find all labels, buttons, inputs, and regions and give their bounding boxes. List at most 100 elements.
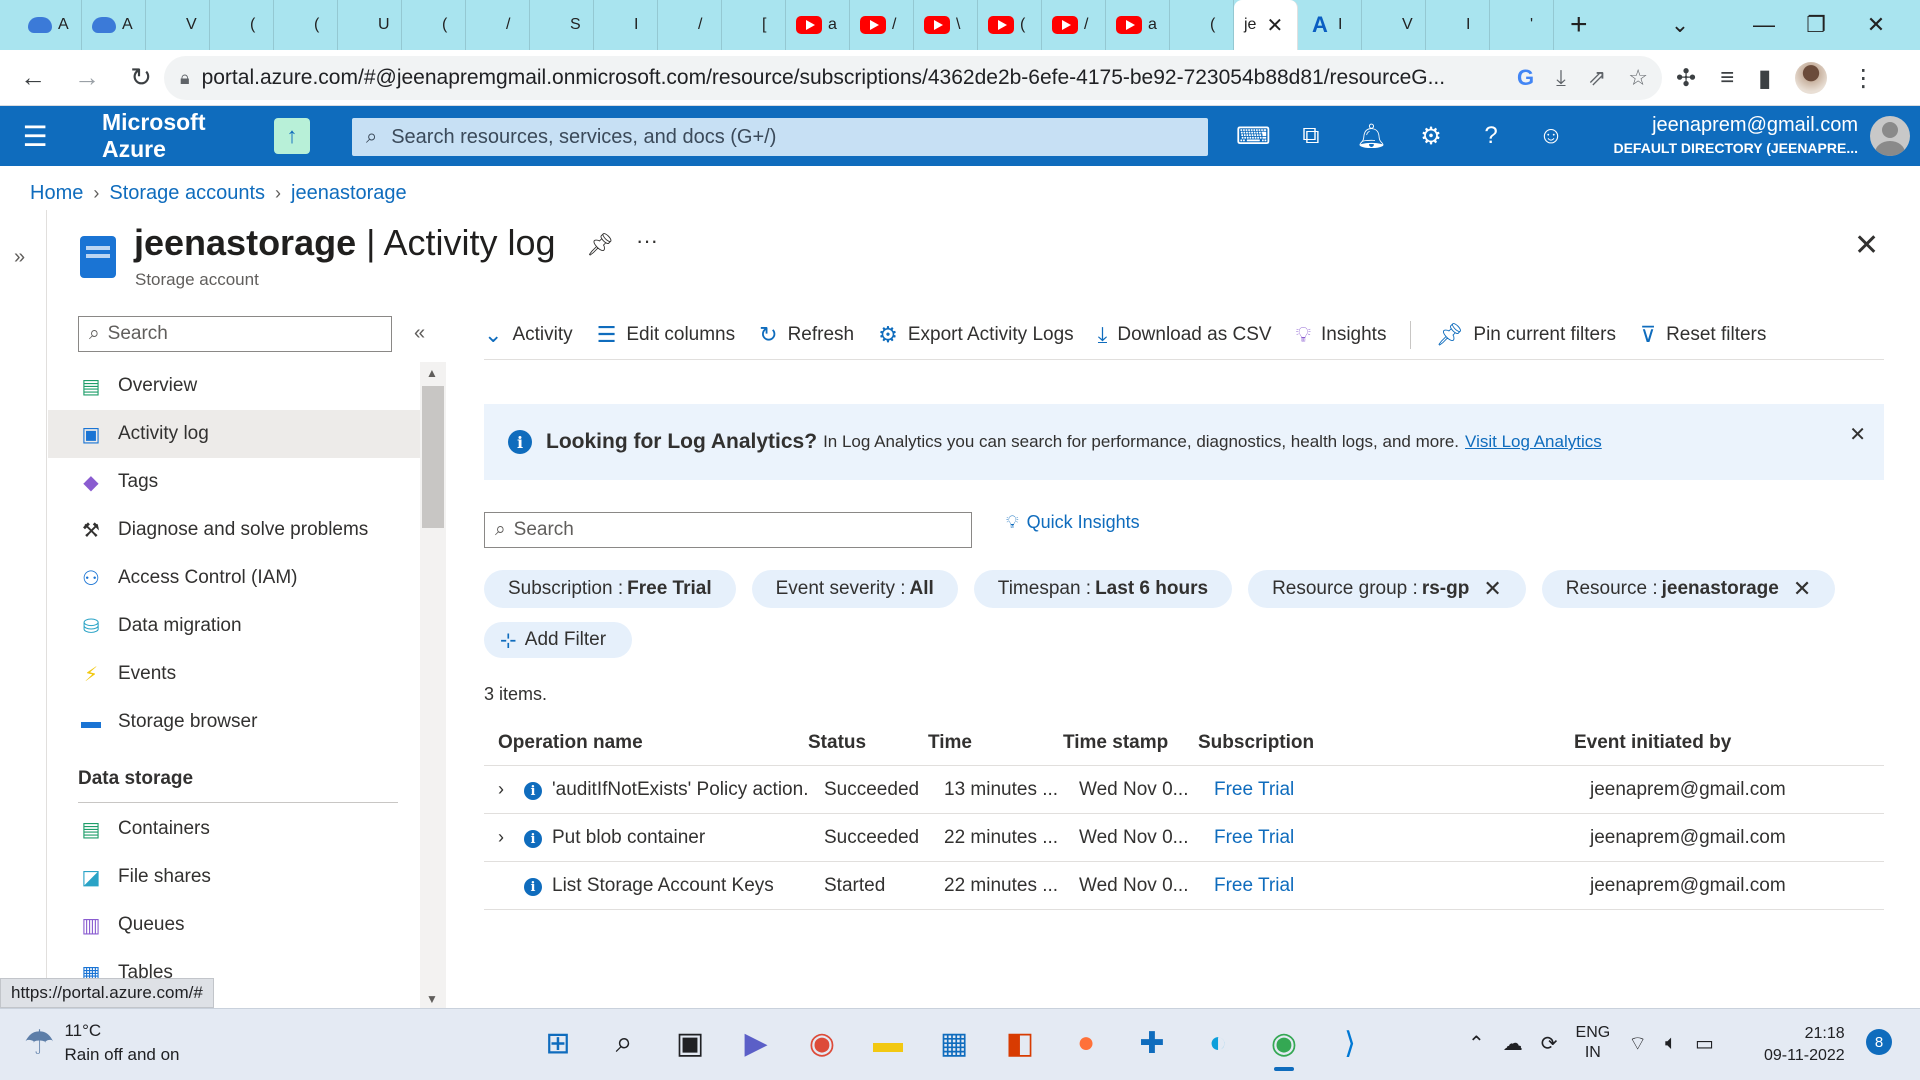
menu-item[interactable]: ◆ Tags (48, 458, 420, 506)
command-refresh[interactable]: ↻ Refresh (759, 322, 854, 348)
hamburger-menu-icon[interactable]: ☰ (0, 106, 70, 166)
command-pin-current-filters[interactable]: 📌︎ Pin current filters (1435, 322, 1615, 348)
directory-filter-icon[interactable]: ⧉ (1296, 122, 1326, 150)
filter-pill[interactable]: Timespan : Last 6 hours (973, 570, 1233, 608)
expand-row-icon[interactable]: › (498, 779, 524, 800)
sync-icon[interactable]: ⟳ (1541, 1031, 1558, 1056)
upgrade-icon[interactable]: ↑ (274, 118, 310, 154)
menu-item[interactable]: ⛁ Data migration (48, 602, 420, 650)
google-lens-icon[interactable]: G (1517, 65, 1534, 91)
column-header[interactable]: Operation name (498, 732, 808, 754)
global-search-input[interactable]: ⌕ Search resources, services, and docs (… (352, 118, 1208, 156)
media-control-icon[interactable]: ≡ (1720, 64, 1734, 92)
remove-filter-icon[interactable]: ✕ (1793, 576, 1811, 602)
command-export-activity-logs[interactable]: ⚙ Export Activity Logs (878, 322, 1074, 348)
column-header[interactable]: Status (808, 732, 928, 754)
browser-tab[interactable]: AI (1298, 0, 1362, 50)
browser-tab[interactable]: / (658, 0, 722, 50)
menu-search-input[interactable]: ⌕ Search (78, 316, 392, 352)
column-header[interactable]: Time stamp (1063, 732, 1198, 754)
microsoft-store-icon[interactable]: ▦ (936, 1023, 972, 1063)
remove-filter-icon[interactable]: ✕ (1483, 576, 1501, 602)
table-row[interactable]: › i 'auditIfNotExists' Policy action. Succe… (484, 766, 1884, 814)
browser-tab[interactable]: ( (274, 0, 338, 50)
close-icon[interactable]: ✕ (1854, 228, 1879, 263)
forward-icon[interactable]: → (66, 57, 108, 99)
edge-icon[interactable]: ◐ (1200, 1023, 1236, 1063)
menu-item[interactable]: ▬ Storage browser (48, 698, 420, 746)
command-reset-filters[interactable]: ⊽ Reset filters (1640, 322, 1766, 348)
menu-item[interactable]: ⚡ Events (48, 650, 420, 698)
menu-scrollbar[interactable]: ▲ ▼ (420, 362, 446, 1008)
account-menu[interactable]: jeenaprem@gmail.com DEFAULT DIRECTORY (J… (1613, 114, 1858, 156)
start-icon[interactable]: ⊞ (540, 1023, 576, 1063)
browser-tab[interactable]: \ (914, 0, 978, 50)
close-tab-icon[interactable]: ✕ (1266, 13, 1283, 38)
bookmark-star-icon[interactable]: ☆ (1628, 65, 1648, 91)
browser-tab[interactable]: a (1106, 0, 1170, 50)
filter-pill[interactable]: Resource group : rs-gp ✕ (1248, 570, 1526, 608)
browser-tab[interactable]: U (338, 0, 402, 50)
chrome-icon[interactable]: ◉ (804, 1023, 840, 1063)
command-activity[interactable]: ⌄ Activity (484, 322, 573, 348)
menu-item[interactable]: ⚇ Access Control (IAM) (48, 554, 420, 602)
filter-pill[interactable]: Event severity : All (751, 570, 958, 608)
scrollbar-thumb[interactable] (422, 386, 444, 528)
vscode-icon[interactable]: ⟩ (1332, 1023, 1368, 1063)
gear-icon[interactable]: ⚙ (1416, 122, 1446, 151)
browser-menu-icon[interactable]: ⋮ (1851, 64, 1875, 93)
weather-widget[interactable]: ☂ 11°C Rain off and on (24, 1021, 179, 1065)
operation-name[interactable]: List Storage Account Keys (552, 875, 824, 897)
breadcrumb-resource[interactable]: jeenastorage (291, 182, 407, 205)
browser-tab[interactable]: / (466, 0, 530, 50)
browser-tab[interactable]: A (82, 0, 146, 50)
menu-item[interactable]: ⚒ Diagnose and solve problems (48, 506, 420, 554)
expand-row-icon[interactable]: › (498, 827, 524, 848)
browser-tab[interactable]: ( (1170, 0, 1234, 50)
visit-log-analytics-link[interactable]: Visit Log Analytics (1465, 432, 1602, 452)
menu-item[interactable]: ▤ Overview (48, 362, 420, 410)
reload-icon[interactable]: ↻ (120, 57, 162, 99)
browser-tab[interactable]: V (1362, 0, 1426, 50)
scroll-down-icon[interactable]: ▼ (426, 992, 438, 1006)
log-search-input[interactable]: ⌕ Search (484, 512, 972, 548)
scroll-up-icon[interactable]: ▲ (426, 366, 438, 380)
battery-icon[interactable]: ▭ (1695, 1031, 1714, 1056)
menu-item[interactable]: ▥ Queues (48, 901, 420, 949)
filter-pill[interactable]: Subscription : Free Trial (484, 570, 736, 608)
azure-brand[interactable]: Microsoft Azure (102, 109, 274, 163)
menu-item[interactable]: ▤ Containers (48, 805, 420, 853)
feedback-icon[interactable]: ☺ (1536, 122, 1566, 150)
notification-badge[interactable]: 8 (1866, 1029, 1892, 1055)
minimize-icon[interactable]: — (1736, 0, 1792, 50)
restore-icon[interactable]: ❐ (1788, 0, 1844, 50)
side-panel-icon[interactable]: ▮ (1758, 64, 1771, 93)
bell-icon[interactable]: 🔔︎ (1356, 122, 1386, 151)
browser-tab[interactable]: ( (978, 0, 1042, 50)
browser-tab[interactable]: I (594, 0, 658, 50)
chrome-profile-icon[interactable]: ◉ (1266, 1023, 1302, 1071)
share-icon[interactable]: ⇗ (1588, 65, 1606, 91)
address-bar[interactable]: 🔒︎ portal.azure.com/#@jeenapremgmail.onm… (164, 56, 1662, 100)
table-row[interactable]: › i Put blob container Succeeded 22 minutes … (484, 814, 1884, 862)
operation-name[interactable]: Put blob container (552, 827, 824, 849)
table-row[interactable]: i List Storage Account Keys Started 22 minu… (484, 862, 1884, 910)
new-tab-icon[interactable]: + (1570, 8, 1588, 42)
browser-tab[interactable]: ' (1490, 0, 1554, 50)
onedrive-icon[interactable]: ☁ (1503, 1031, 1523, 1056)
command-edit-columns[interactable]: ☰ Edit columns (597, 322, 736, 348)
browser-tab[interactable]: a (786, 0, 850, 50)
install-app-icon[interactable]: ⤓ (1556, 65, 1566, 91)
chevron-up-icon[interactable]: ⌃ (1468, 1031, 1485, 1056)
more-options-icon[interactable]: ··· (636, 228, 658, 254)
language-indicator[interactable]: ENG IN (1576, 1023, 1611, 1063)
browser-tab[interactable]: [ (722, 0, 786, 50)
close-window-icon[interactable]: ✕ (1848, 0, 1904, 50)
browser-tab[interactable]: ( (402, 0, 466, 50)
avatar[interactable] (1870, 116, 1910, 156)
browser-tab[interactable]: S (530, 0, 594, 50)
teams-chat-icon[interactable]: ▶ (738, 1023, 774, 1063)
pin-icon[interactable]: 📌︎ (586, 232, 614, 258)
extensions-puzzle-icon[interactable]: ✣ (1676, 64, 1696, 93)
search-icon[interactable]: ⌕ (606, 1023, 642, 1063)
